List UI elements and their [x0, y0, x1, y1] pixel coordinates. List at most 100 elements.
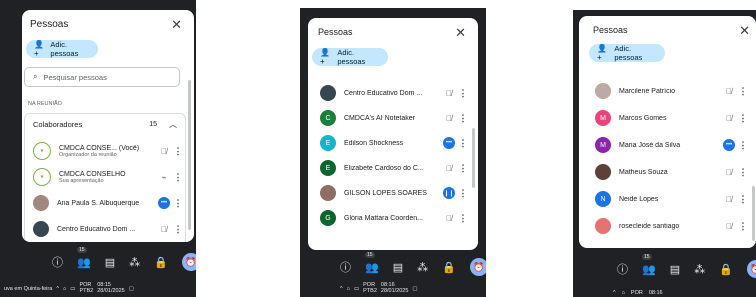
host-controls-icon[interactable]: 🔒 — [719, 263, 733, 276]
host-controls-icon[interactable]: 🔒 — [442, 261, 456, 274]
more-options-icon[interactable]: ⋮ — [456, 113, 470, 124]
language[interactable]: POR — [631, 290, 643, 296]
add-people-button[interactable]: 👤+ Adic. pessoas — [312, 48, 388, 66]
participant-role: Organizador da reunião — [59, 151, 117, 158]
notification-icon[interactable]: ▢ — [129, 286, 134, 292]
mic-off-icon: 🎙̸ — [726, 86, 732, 96]
presenting-off-icon: ⌁ — [161, 172, 167, 182]
more-options-icon[interactable]: ⋮ — [736, 86, 750, 97]
timer-icon[interactable]: ⏰ — [746, 260, 756, 278]
mic-off-icon: 🎙̸ — [446, 88, 452, 98]
host-controls-icon[interactable]: 🔒 — [154, 256, 168, 269]
add-people-button[interactable]: 👤+ Adic. pessoas — [26, 40, 98, 58]
group-header[interactable]: Colaboradores 15 ︿ — [25, 114, 185, 134]
network-icon[interactable]: ⌂ — [63, 286, 66, 292]
scrollbar[interactable] — [188, 80, 191, 230]
add-people-button[interactable]: 👤+ Adic. pessoas — [589, 44, 665, 62]
participant-row[interactable]: E Elizabete Cardoso do C... 🎙̸ ⋮ — [308, 155, 470, 181]
more-options-icon[interactable]: ⋮ — [171, 224, 185, 235]
participant-row[interactable]: rosecleide santiago 🎙̸ ⋮ — [579, 213, 750, 239]
info-icon[interactable]: ⓘ — [617, 261, 628, 277]
more-options-icon[interactable]: ⋮ — [456, 88, 470, 99]
participant-row[interactable]: G Glória Mattara Coorden... 🎙̸ ⋮ — [308, 205, 470, 231]
participant-row[interactable]: Matheus Souza 🎙̸ ⋮ — [579, 159, 750, 185]
participant-row[interactable]: E Edilson Shockness ••• ⋮ — [308, 130, 470, 156]
scrollbar[interactable] — [472, 128, 475, 188]
chat-icon[interactable]: ▤ — [105, 256, 115, 269]
participant-row[interactable]: ★ CMDCA CONSELHO Sua apresentação ⌁ ⋮ — [25, 164, 185, 190]
participant-name: Centro Educativo Dom ... — [344, 89, 423, 97]
speaking-indicator-icon: ••• — [443, 137, 455, 149]
participant-row[interactable]: GILSON LOPES SOARES ❙❙ ⋮ — [308, 180, 470, 206]
tray-chevron-icon[interactable]: ^ — [340, 286, 343, 292]
more-options-icon[interactable]: ⋮ — [736, 140, 750, 151]
chat-icon[interactable]: ▤ — [670, 263, 680, 276]
people-count-badge: 15 — [77, 246, 87, 253]
participant-row[interactable]: M Maria José da Silva ••• ⋮ — [579, 132, 750, 158]
more-options-icon[interactable]: ⋮ — [736, 194, 750, 205]
more-options-icon[interactable]: ⋮ — [456, 138, 470, 149]
notification-icon[interactable]: ▢ — [412, 286, 417, 292]
avatar — [33, 195, 49, 211]
participant-name: rosecleide santiago — [619, 222, 680, 230]
participant-name: Marcilene Patrício — [619, 87, 676, 95]
mic-off-icon: 🎙̸ — [726, 194, 732, 204]
add-person-icon: 👤+ — [320, 48, 330, 66]
participant-row[interactable]: Marcilene Patrício 🎙̸ ⋮ — [579, 78, 750, 104]
participant-row[interactable]: Centro Educativo Dom ... 🎙̸ ⋮ — [308, 80, 470, 106]
more-options-icon[interactable]: ⋮ — [171, 198, 185, 209]
info-icon[interactable]: ⓘ — [340, 259, 351, 275]
speaking-indicator-icon: ••• — [723, 139, 735, 151]
close-button[interactable]: ✕ — [455, 26, 466, 39]
participant-row[interactable]: Ana Paula S. Albuquerque ••• ⋮ — [25, 190, 185, 216]
activities-icon[interactable]: ⁂ — [694, 263, 705, 276]
timer-icon[interactable]: ⏰ — [469, 258, 486, 276]
timer-icon[interactable]: ⏰ — [181, 253, 196, 271]
more-options-icon[interactable]: ⋮ — [456, 188, 470, 199]
more-options-icon[interactable]: ⋮ — [456, 163, 470, 174]
chat-icon[interactable]: ▤ — [393, 261, 403, 274]
close-button[interactable]: ✕ — [739, 24, 750, 37]
search-placeholder: Pesquisar pessoas — [43, 72, 107, 82]
more-options-icon[interactable]: ⋮ — [736, 221, 750, 232]
people-icon[interactable]: 👥 15 — [365, 251, 379, 274]
close-button[interactable]: ✕ — [171, 18, 182, 31]
participant-row[interactable]: ★ CMDCA CONSE... (Você) Organizador da re… — [25, 138, 185, 164]
more-options-icon[interactable]: ⋮ — [171, 172, 185, 183]
screenshot-panel-1: Pessoas ✕ 👤+ Adic. pessoas ⌕ Pesquisar p… — [0, 0, 196, 297]
clock-time[interactable]: 08:16 — [649, 290, 663, 296]
activities-icon[interactable]: ⁂ — [417, 261, 428, 274]
more-options-icon[interactable]: ⋮ — [736, 113, 750, 124]
more-options-icon[interactable]: ⋮ — [736, 167, 750, 178]
add-people-label: Adic. pessoas — [614, 44, 643, 62]
participant-row[interactable]: N Neide Lopes 🎙̸ ⋮ — [579, 186, 750, 212]
network-icon[interactable]: ⌂ — [622, 290, 625, 296]
network-icon[interactable]: ⌂ — [347, 286, 350, 292]
battery-icon[interactable]: ▭ — [70, 286, 75, 292]
participant-row[interactable]: C CMDCA's AI Notetaker 🎙̸ ⋮ — [308, 105, 470, 131]
mic-off-icon: 🎙̸ — [161, 224, 167, 234]
taskbar-weather[interactable]: uva em Quinta-feira — [4, 286, 52, 292]
mic-off-icon: 🎙̸ — [446, 213, 452, 223]
people-icon[interactable]: 👥 15 — [77, 246, 91, 269]
people-icon[interactable]: 👥 15 — [642, 253, 656, 276]
avatar — [595, 218, 611, 234]
people-panel: Pessoas ✕ 👤+ Adic. pessoas Centro Educat… — [308, 18, 478, 250]
activities-icon[interactable]: ⁂ — [129, 256, 140, 269]
tray-chevron-icon[interactable]: ^ — [613, 290, 616, 296]
tray-chevron-icon[interactable]: ^ — [56, 286, 59, 292]
search-input[interactable]: ⌕ Pesquisar pessoas — [24, 67, 180, 87]
avatar: M — [595, 110, 611, 126]
more-options-icon[interactable]: ⋮ — [171, 146, 185, 157]
info-icon[interactable]: ⓘ — [52, 254, 63, 270]
more-options-icon[interactable]: ⋮ — [456, 213, 470, 224]
participant-row[interactable]: Centro Educativo Dom ... 🎙̸ ⋮ — [25, 216, 185, 242]
scrollbar[interactable] — [752, 186, 755, 241]
group-count: 15 — [149, 120, 157, 128]
chevron-up-icon[interactable]: ︿ — [169, 119, 177, 130]
battery-icon[interactable]: ▭ — [354, 286, 359, 292]
avatar — [595, 83, 611, 99]
avatar: E — [320, 135, 336, 151]
participant-row[interactable]: M Marcos Gomes 🎙̸ ⋮ — [579, 105, 750, 131]
people-panel: Pessoas ✕ 👤+ Adic. pessoas ⌕ Pesquisar p… — [22, 10, 194, 242]
